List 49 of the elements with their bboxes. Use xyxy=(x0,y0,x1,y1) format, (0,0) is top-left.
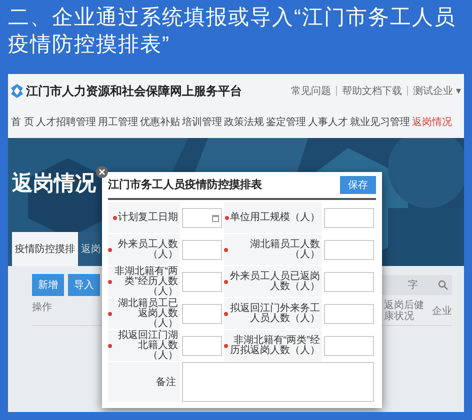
field-label: 湖北籍员工人数（人） xyxy=(249,240,320,260)
input-field[interactable] xyxy=(324,336,374,356)
field-label: 拟返回江门湖北籍人数（人） xyxy=(117,330,178,360)
nav-item[interactable]: 就业见习管理 xyxy=(350,114,410,130)
dialog-title: 江门市务工人员疫情防控摸排表 xyxy=(108,178,262,193)
header-link[interactable]: 测试企业 ▾ xyxy=(413,84,461,98)
input-field[interactable] xyxy=(324,304,374,324)
tab[interactable]: 返岗 xyxy=(78,232,104,266)
input-field[interactable] xyxy=(324,272,374,292)
field-label: 备注 xyxy=(156,376,176,390)
nav-item[interactable]: 人才招聘管理 xyxy=(36,114,96,130)
nav-item[interactable]: 培训管理 xyxy=(182,114,222,130)
field-label: 计划复工日期 xyxy=(118,212,178,222)
column-header: 返岗后健康状况 xyxy=(384,300,424,322)
input-field[interactable] xyxy=(324,208,374,228)
date-field[interactable] xyxy=(182,208,222,228)
field-label: 拟返回江门外来务工人员人数（人） xyxy=(229,304,320,324)
input-field[interactable] xyxy=(182,304,222,324)
close-icon[interactable] xyxy=(96,166,108,178)
field-label: 非湖北籍有“两类”经历人数（人） xyxy=(114,266,178,296)
site-title: 江门市人力资源和社会保障网上服务平台 xyxy=(26,83,242,100)
nav-item[interactable]: 鉴定管理 xyxy=(266,114,306,130)
nav-item[interactable]: 优惠补贴 xyxy=(140,114,180,130)
remark-field[interactable] xyxy=(182,362,374,402)
slide-title: 二、企业通过系统填报或导入“江门市务工人员疫情防控摸排表” xyxy=(7,5,457,58)
header-link[interactable]: 常见问题 xyxy=(291,84,332,98)
nav-item[interactable]: 人事人才 xyxy=(308,114,348,130)
field-label: 湖北籍员工已返岗人数（人） xyxy=(117,298,178,328)
nav-item[interactable]: 政策法规 xyxy=(224,114,264,130)
page-heading: 返岗情况 xyxy=(12,171,96,197)
nav-item[interactable]: 用工管理 xyxy=(98,114,138,130)
column-header: 企业 xyxy=(432,306,452,316)
column-header: 操作 xyxy=(32,301,52,315)
nav-item[interactable]: 返岗情况 xyxy=(412,114,452,130)
input-field[interactable] xyxy=(182,336,222,356)
field-label: 非湖北籍有“两类”经历拟返岗人数（人） xyxy=(229,336,320,356)
nav-item[interactable]: 首 页 xyxy=(11,114,34,130)
search-field[interactable]: 字 xyxy=(408,278,422,292)
input-field[interactable] xyxy=(182,272,222,292)
field-label: 外来员工人员已返岗人数（人） xyxy=(229,272,320,292)
field-label: 外来员工人数（人） xyxy=(117,240,178,260)
input-field[interactable] xyxy=(182,240,222,260)
header-link[interactable]: 帮助文档下载 xyxy=(342,84,402,98)
calendar-icon xyxy=(212,214,219,222)
logo-icon xyxy=(11,84,23,98)
search-icon xyxy=(438,280,448,290)
tab[interactable]: 疫情防控摸排 xyxy=(12,232,78,266)
input-field[interactable] xyxy=(324,240,374,260)
field-label: 单位用工规模（人） xyxy=(230,212,320,222)
